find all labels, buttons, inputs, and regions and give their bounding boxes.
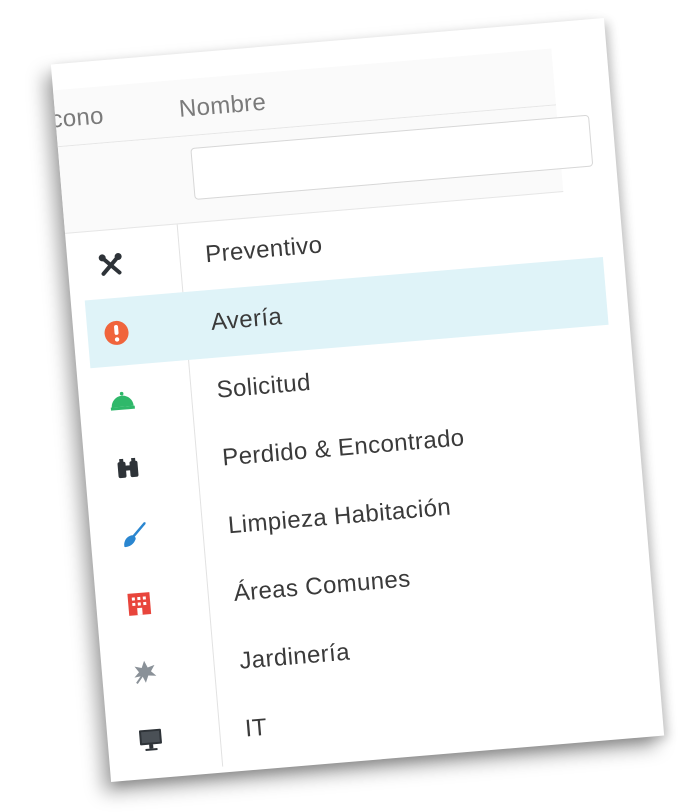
row-label: Avería: [209, 303, 284, 336]
leaf-icon: [134, 660, 157, 685]
row-label: Limpieza Habitación: [226, 493, 453, 540]
row-label: Solicitud: [215, 368, 312, 404]
row-label: Preventivo: [204, 231, 324, 269]
binoculars-icon: [117, 457, 139, 479]
card-wrapper: Icono Nombre Preventivo Avería Solicitud…: [50, 18, 665, 782]
tools-icon: [98, 253, 122, 276]
row-label: Jardinería: [238, 638, 351, 675]
name-column-header[interactable]: Nombre: [178, 89, 267, 124]
monitor-icon: [138, 728, 162, 751]
service-bell-icon: [110, 391, 135, 411]
task-type-grid: Icono Nombre Preventivo Avería Solicitud…: [51, 44, 664, 776]
icon-column-header[interactable]: Icono: [51, 102, 105, 135]
row-label: IT: [244, 713, 269, 743]
building-icon: [127, 592, 152, 616]
row-label: Perdido & Encontrado: [221, 424, 466, 472]
task-type-table-card: Icono Nombre Preventivo Avería Solicitud…: [50, 18, 665, 782]
broom-icon: [124, 522, 146, 548]
row-label: Áreas Comunes: [232, 565, 412, 607]
alert-icon: [104, 320, 129, 345]
screenshot-stage: Icono Nombre Preventivo Avería Solicitud…: [0, 0, 686, 812]
